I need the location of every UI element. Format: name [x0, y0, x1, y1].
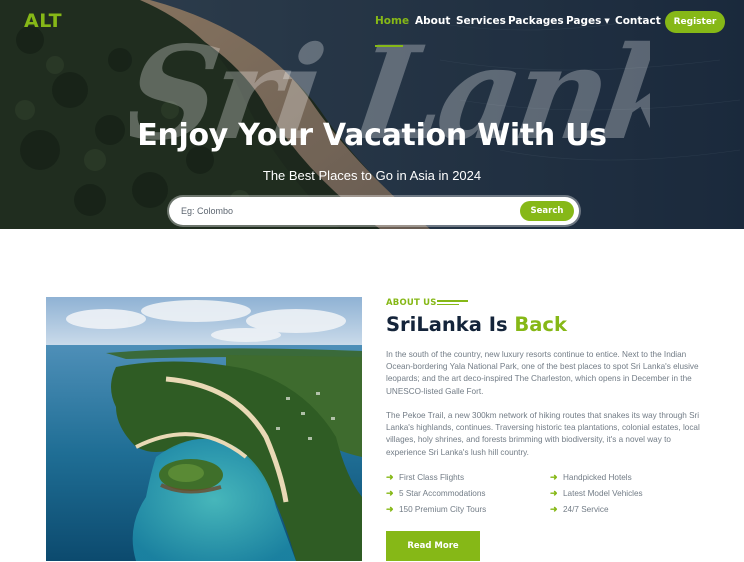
arrow-right-icon: ➜: [386, 504, 394, 514]
nav-home[interactable]: Home: [375, 15, 409, 27]
feature-label: 150 Premium City Tours: [399, 505, 487, 514]
feature-item: ➜ First Class Flights: [386, 471, 464, 483]
nav-packages[interactable]: Packages: [508, 15, 564, 27]
arrow-right-icon: ➜: [550, 472, 558, 482]
nav-active-indicator: [375, 45, 403, 47]
feature-label: 5 Star Accommodations: [399, 489, 486, 498]
arrow-right-icon: ➜: [550, 488, 558, 498]
feature-item: ➜ Handpicked Hotels: [550, 471, 632, 483]
search-button[interactable]: Search: [520, 201, 574, 221]
register-button[interactable]: Register: [665, 11, 725, 33]
feature-label: Latest Model Vehicles: [563, 489, 643, 498]
read-more-button[interactable]: Read More: [386, 531, 480, 561]
nav-about[interactable]: About: [415, 15, 450, 27]
feature-item: ➜ 150 Premium City Tours: [386, 503, 486, 515]
feature-label: 24/7 Service: [563, 505, 609, 514]
about-eyebrow: ABOUT US: [386, 298, 437, 308]
hero-subtitle: The Best Places to Go in Asia in 2024: [262, 168, 482, 183]
nav-pages[interactable]: Pages ▼: [566, 15, 610, 27]
feature-label: First Class Flights: [399, 473, 465, 482]
feature-item: ➜ 5 Star Accommodations: [386, 487, 485, 499]
nav-services[interactable]: Services: [456, 15, 506, 27]
arrow-right-icon: ➜: [386, 472, 394, 482]
search-bar: Search: [169, 197, 579, 225]
feature-item: ➜ Latest Model Vehicles: [550, 487, 643, 499]
arrow-right-icon: ➜: [386, 488, 394, 498]
nav-pages-label: Pages: [566, 15, 602, 27]
search-input[interactable]: [181, 201, 511, 221]
feature-label: Handpicked Hotels: [563, 473, 632, 482]
about-paragraph-2: The Pekoe Trail, a new 300km network of …: [386, 411, 700, 457]
about-title-accent: Back: [514, 313, 567, 336]
about-title: SriLanka Is Back: [386, 313, 567, 336]
hero-section: Sri Lanka ALT Home About Services Packag…: [0, 0, 744, 229]
eyebrow-decoration: [437, 300, 468, 305]
caret-down-icon: ▼: [604, 17, 610, 25]
about-paragraph-1: In the south of the country, new luxury …: [386, 350, 699, 396]
about-island-image: [46, 297, 362, 561]
feature-item: ➜ 24/7 Service: [550, 503, 609, 515]
nav-contact[interactable]: Contact: [615, 15, 661, 27]
arrow-right-icon: ➜: [550, 504, 558, 514]
site-logo[interactable]: ALT: [24, 10, 62, 32]
hero-title: Enjoy Your Vacation With Us: [137, 118, 607, 153]
about-title-main: SriLanka Is: [386, 313, 515, 336]
